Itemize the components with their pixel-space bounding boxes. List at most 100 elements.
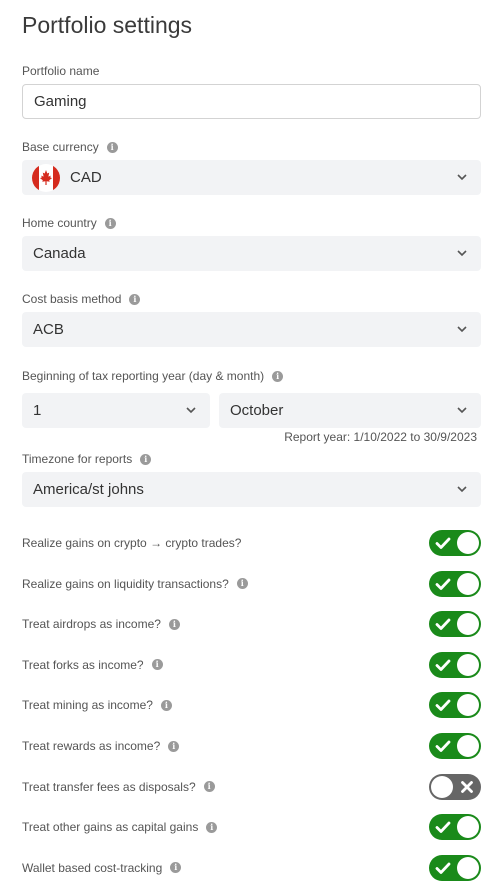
base-currency-label-text: Base currency	[22, 140, 99, 154]
base-currency-value: CAD	[70, 169, 102, 186]
checkmark-icon	[435, 657, 451, 673]
toggle-switch[interactable]	[429, 530, 481, 556]
info-icon[interactable]: i	[106, 141, 118, 153]
tax-year-label: Beginning of tax reporting year (day & m…	[22, 369, 284, 383]
portfolio-name-value: Gaming	[34, 93, 87, 110]
cost-basis-label: Cost basis method i	[22, 292, 141, 306]
info-icon[interactable]: i	[168, 618, 180, 630]
info-icon[interactable]: i	[168, 740, 180, 752]
toggle-label-text: Treat mining as income?	[22, 698, 153, 713]
toggle-row: Treat transfer fees as disposals? i	[22, 773, 481, 800]
tax-year-month-value: October	[230, 402, 284, 419]
toggle-switch[interactable]	[429, 570, 481, 597]
toggle-row: Treat mining as income? i	[22, 692, 481, 719]
info-icon[interactable]: i	[170, 862, 182, 874]
tax-year-day-select[interactable]: 1	[22, 393, 210, 428]
toggle-label-text: Wallet based cost-tracking	[22, 860, 163, 875]
toggle-label-text: Realize gains on crypto → crypto trades?	[22, 536, 242, 550]
toggle-label-text: Treat transfer fees as disposals?	[22, 779, 196, 794]
toggle-row: Treat airdrops as income? i	[22, 611, 481, 638]
info-icon[interactable]: i	[140, 453, 152, 465]
chevron-down-icon	[457, 324, 467, 334]
info-icon[interactable]: i	[104, 217, 116, 229]
info-icon[interactable]: i	[206, 821, 218, 833]
home-country-label: Home country i	[22, 216, 116, 230]
toggle-label: Realize gains on liquidity transactions?…	[22, 577, 248, 591]
toggle-switch[interactable]	[429, 651, 481, 678]
tax-year-label-text: Beginning of tax reporting year (day & m…	[22, 369, 265, 383]
chevron-down-icon	[457, 484, 467, 494]
checkmark-icon	[435, 616, 451, 632]
chevron-down-icon	[457, 405, 467, 415]
toggle-label: Treat airdrops as income? i	[22, 617, 180, 631]
timezone-label: Timezone for reports i	[22, 452, 152, 466]
toggle-knob	[457, 856, 479, 879]
toggle-row: Wallet based cost-tracking i	[22, 854, 481, 881]
toggle-row: Treat forks as income? i	[22, 651, 481, 678]
toggle-knob	[457, 653, 479, 676]
toggle-label: Treat other gains as capital gains i	[22, 820, 218, 835]
toggle-switch[interactable]	[429, 773, 481, 800]
info-icon[interactable]: i	[203, 781, 215, 793]
toggle-knob	[457, 532, 479, 554]
cost-basis-label-text: Cost basis method	[22, 292, 122, 306]
chevron-down-icon	[457, 172, 467, 182]
home-country-select[interactable]: Canada	[22, 236, 481, 271]
info-icon[interactable]: i	[129, 293, 141, 305]
toggle-label: Treat rewards as income? i	[22, 739, 180, 753]
base-currency-label: Base currency i	[22, 140, 118, 154]
checkmark-icon	[435, 860, 451, 876]
toggle-switch[interactable]	[429, 733, 481, 759]
toggle-row: Treat rewards as income? i	[22, 733, 481, 759]
portfolio-name-label-text: Portfolio name	[22, 64, 100, 78]
checkmark-icon	[435, 819, 451, 835]
toggle-label-text: Treat forks as income?	[22, 657, 144, 672]
info-icon[interactable]: i	[160, 699, 172, 711]
toggle-label-text: Treat other gains as capital gains	[22, 820, 199, 835]
info-icon[interactable]: i	[151, 659, 163, 671]
toggle-switch[interactable]	[429, 692, 481, 719]
close-icon	[459, 779, 475, 795]
report-year-text: Report year: 1/10/2022 to 30/9/2023	[284, 430, 477, 444]
canada-flag-icon	[32, 163, 60, 192]
portfolio-name-input[interactable]: Gaming	[22, 84, 481, 119]
toggle-row: Realize gains on crypto → crypto trades?	[22, 530, 481, 556]
toggle-knob	[457, 694, 479, 717]
timezone-select[interactable]: America/st johns	[22, 472, 481, 507]
toggle-knob	[457, 613, 479, 636]
home-country-label-text: Home country	[22, 216, 97, 230]
tax-year-day-value: 1	[33, 402, 42, 419]
toggle-row: Treat other gains as capital gains i	[22, 814, 481, 841]
info-icon[interactable]: i	[236, 578, 248, 590]
checkmark-icon	[435, 697, 451, 713]
toggle-switch[interactable]	[429, 854, 481, 881]
home-country-value: Canada	[33, 245, 86, 262]
checkmark-icon	[435, 535, 451, 551]
timezone-value: America/st johns	[33, 481, 144, 498]
toggle-switch[interactable]	[429, 611, 481, 638]
toggle-knob	[457, 572, 479, 595]
page-title: Portfolio settings	[22, 12, 193, 38]
toggle-row: Realize gains on liquidity transactions?…	[22, 570, 481, 597]
tax-year-month-select[interactable]: October	[219, 393, 481, 428]
portfolio-name-label: Portfolio name	[22, 64, 99, 78]
toggle-label: Realize gains on crypto → crypto trades?	[22, 536, 241, 550]
toggle-label-text: Treat airdrops as income?	[22, 617, 161, 632]
checkmark-icon	[435, 576, 451, 592]
toggle-switch[interactable]	[429, 814, 481, 841]
toggle-knob	[431, 775, 453, 798]
toggle-knob	[457, 735, 479, 757]
checkmark-icon	[435, 738, 451, 754]
toggle-label: Wallet based cost-tracking i	[22, 860, 182, 875]
toggle-label-text: Realize gains on liquidity transactions?	[22, 576, 229, 591]
cost-basis-select[interactable]: ACB	[22, 312, 481, 347]
chevron-down-icon	[457, 248, 467, 258]
base-currency-select[interactable]: CAD	[22, 160, 481, 195]
toggle-label: Treat mining as income? i	[22, 698, 172, 712]
toggle-label: Treat transfer fees as disposals? i	[22, 780, 215, 794]
cost-basis-value: ACB	[33, 321, 64, 338]
toggle-knob	[457, 816, 479, 839]
toggle-label: Treat forks as income? i	[22, 658, 163, 672]
toggle-label-text: Treat rewards as income?	[22, 739, 161, 753]
info-icon[interactable]: i	[272, 370, 284, 382]
